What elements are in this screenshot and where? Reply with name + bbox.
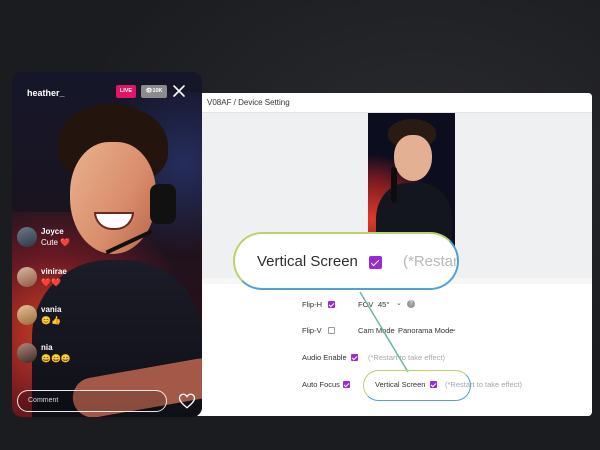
cam-mode-select[interactable]: Panorama Mode — [398, 326, 453, 335]
audio-enable-label: Audio Enable — [302, 353, 347, 362]
chat-message: 😊👍 — [41, 316, 61, 325]
avatar[interactable] — [17, 267, 37, 287]
flip-v-label: Flip-V — [302, 326, 322, 335]
close-icon[interactable] — [172, 84, 186, 98]
streamer-name[interactable]: heather_ — [27, 88, 65, 98]
chat-message: 😄😄😄 — [41, 354, 71, 363]
vertical-screen-highlight — [363, 370, 471, 401]
comment-input[interactable]: Comment — [17, 390, 167, 412]
title-bar: V08AF / Device Setting — [185, 93, 592, 113]
live-badge: LIVE — [116, 85, 136, 98]
chat-username[interactable]: nia — [41, 343, 53, 352]
chat-username[interactable]: Joyce — [41, 227, 64, 236]
chat-item: Joyce Cute ❤️ — [14, 224, 134, 256]
chat-username[interactable]: vania — [41, 305, 61, 314]
avatar[interactable] — [17, 305, 37, 325]
help-icon[interactable]: ? — [407, 300, 415, 308]
auto-focus-label: Auto Focus — [302, 380, 340, 389]
flip-h-label: Flip-H — [302, 300, 322, 309]
audio-enable-checkbox[interactable] — [351, 354, 358, 361]
flip-h-checkbox[interactable] — [328, 301, 335, 308]
avatar[interactable] — [17, 343, 37, 363]
chat-item: nia 😄😄😄 — [14, 340, 134, 372]
restart-hint: (*Restart to take effect) — [368, 353, 445, 362]
vertical-screen-zoom-callout: Vertical Screen (*Restar — [233, 232, 459, 290]
zoom-restart-hint: (*Restar — [403, 253, 459, 270]
fov-label: FOV — [358, 300, 374, 309]
zoom-vertical-screen-label: Vertical Screen — [257, 253, 358, 270]
avatar[interactable] — [17, 227, 37, 247]
zoom-vertical-screen-checkbox[interactable] — [369, 256, 382, 269]
cam-mode-label: Cam Mode — [358, 326, 395, 335]
auto-focus-checkbox[interactable] — [343, 381, 350, 388]
fov-select[interactable]: 45° — [378, 300, 389, 309]
window-title: V08AF / Device Setting — [207, 98, 290, 107]
flip-v-checkbox[interactable] — [328, 327, 335, 334]
chat-message: Cute ❤️ — [41, 238, 71, 247]
chat-item: vania 😊👍 — [14, 302, 134, 334]
comment-placeholder: Comment — [28, 397, 59, 404]
chat-message: ❤️❤️ — [41, 278, 61, 287]
chevron-down-icon[interactable]: ⌄ — [396, 299, 402, 307]
chat-username[interactable]: vinirae — [41, 267, 67, 276]
viewer-count: 10K — [152, 88, 163, 94]
viewer-count-badge: 👁10K — [141, 85, 167, 98]
chat-item: vinirae ❤️❤️ — [14, 264, 134, 296]
heart-icon[interactable] — [178, 392, 196, 410]
chevron-down-icon[interactable]: ⌄ — [451, 325, 457, 333]
live-stream-phone: heather_ LIVE 👁10K Joyce Cute ❤️ vinirae… — [12, 72, 202, 417]
